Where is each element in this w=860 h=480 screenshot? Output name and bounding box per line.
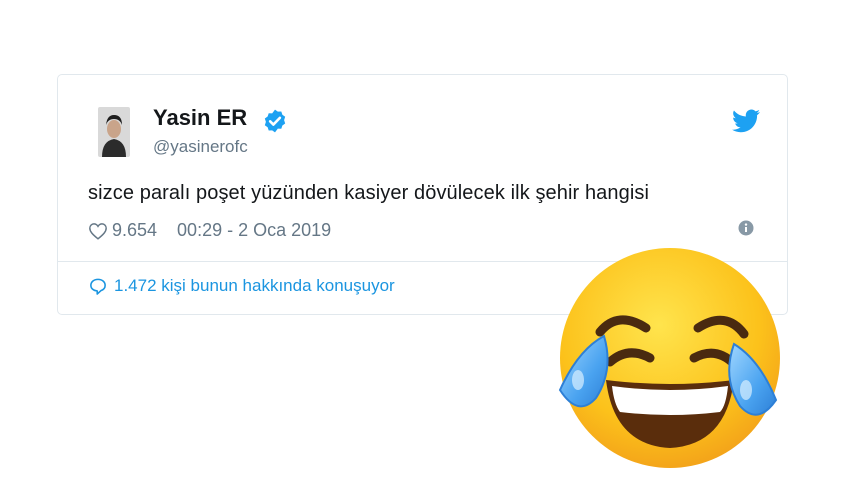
tweet-text: sizce paralı poşet yüzünden kasiyer dövü… [88,182,650,204]
speech-bubble-icon [90,278,106,295]
replies-link[interactable]: 1.472 kişi bunun hakkında konuşuyor [88,276,395,296]
avatar[interactable] [98,107,130,157]
verified-badge-icon [264,109,286,133]
face-with-tears-of-joy-emoji [558,248,780,468]
twitter-bird-icon[interactable] [732,109,760,133]
like-count[interactable]: 9.654 [112,220,157,241]
heart-icon[interactable] [88,222,108,240]
tweet-meta: 9.654 00:29 - 2 Oca 2019 [88,220,331,241]
replies-text: 1.472 kişi bunun hakkında konuşuyor [114,276,395,295]
user-handle[interactable]: @yasinerofc [153,137,248,157]
info-icon[interactable] [738,220,754,236]
display-name[interactable]: Yasin ER [153,105,247,131]
tweet-timestamp[interactable]: 00:29 - 2 Oca 2019 [177,220,331,241]
